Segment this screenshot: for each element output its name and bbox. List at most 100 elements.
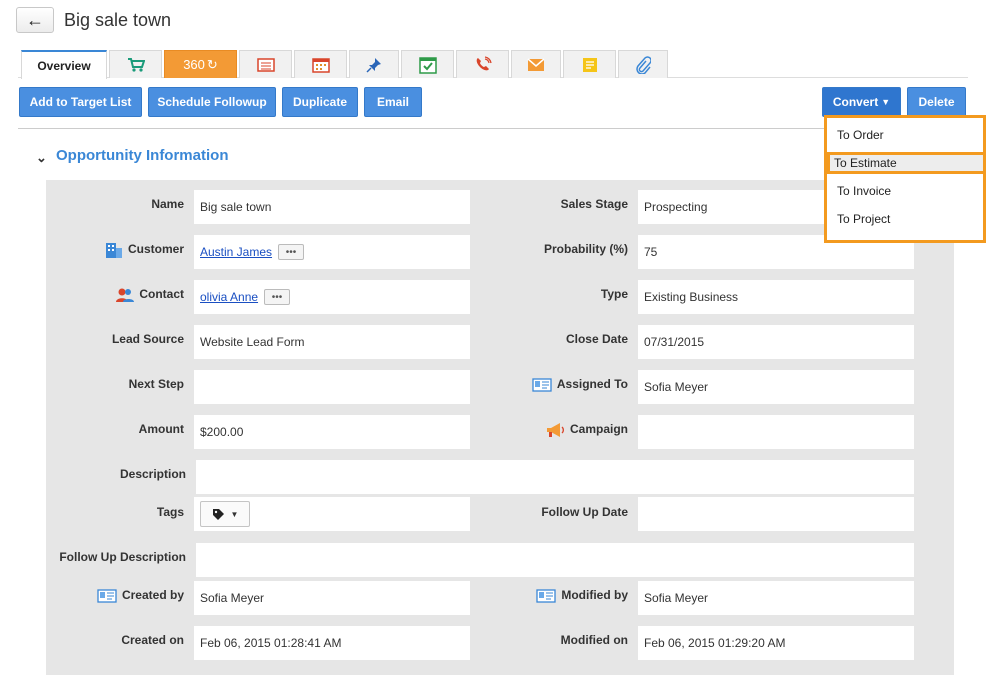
id-card-icon (97, 589, 117, 603)
next-step-field[interactable] (194, 370, 470, 404)
tab-notes[interactable] (563, 50, 616, 78)
menu-item-to-estimate[interactable]: To Estimate (827, 152, 986, 174)
back-arrow-icon: ← (26, 9, 44, 30)
tab-notes-list[interactable] (239, 50, 292, 78)
name-value: Big sale town (200, 200, 272, 214)
campaign-label-wrap: Campaign (545, 422, 628, 438)
refresh-icon: ↻ (206, 56, 218, 72)
description-label: Description (119, 467, 186, 481)
description-field[interactable] (196, 460, 914, 494)
follow-up-description-label: Follow Up Description (59, 550, 186, 564)
probability-label: Probability (%) (543, 242, 628, 256)
megaphone-icon (546, 423, 564, 437)
contact-field: olivia Anne ••• (194, 280, 470, 314)
modified-on-label: Modified on (560, 633, 628, 647)
id-card-icon (532, 378, 552, 392)
caret-down-icon: ▼ (881, 97, 891, 107)
delete-button[interactable]: Delete (907, 87, 966, 117)
more-options-icon[interactable]: ••• (278, 244, 305, 260)
assigned-to-label: Assigned To (556, 377, 628, 391)
menu-item-to-project[interactable]: To Project (837, 212, 890, 226)
created-by-label: Created by (121, 588, 184, 602)
created-by-value: Sofia Meyer (200, 591, 265, 605)
schedule-followup-button[interactable]: Schedule Followup (148, 87, 276, 117)
tab-overview-label: Overview (37, 58, 91, 73)
customer-label: Customer (127, 242, 184, 257)
lead-source-field[interactable]: Website Lead Form (194, 325, 470, 359)
amount-value: $200.00 (200, 425, 244, 439)
type-label: Type (600, 287, 628, 301)
tab-calendar[interactable] (294, 50, 347, 78)
contacts-icon (116, 288, 135, 302)
tab-pin[interactable] (349, 50, 399, 78)
tab-360[interactable]: 360 ↻ (164, 50, 237, 78)
id-card-icon (536, 589, 556, 603)
contact-label: Contact (139, 287, 184, 302)
modified-on-field[interactable]: Feb 06, 2015 01:29:20 AM (638, 626, 914, 660)
modified-by-label-wrap: Modified by (536, 588, 628, 603)
page-title: Big sale town (64, 10, 172, 30)
cart-icon (127, 57, 145, 72)
assigned-to-label-wrap: Assigned To (532, 377, 628, 392)
close-date-value: 07/31/2015 (644, 335, 705, 349)
customer-link[interactable]: Austin James (200, 245, 272, 259)
name-field[interactable]: Big sale town (194, 190, 470, 224)
delete-label: Delete (918, 95, 955, 109)
tab-calls[interactable] (456, 50, 509, 78)
tab-attachments[interactable] (618, 50, 668, 78)
lead-source-label: Lead Source (111, 332, 184, 346)
tab-overview[interactable]: Overview (21, 50, 107, 79)
next-step-label: Next Step (128, 377, 184, 391)
follow-up-date-field[interactable] (638, 497, 914, 531)
menu-item-to-order[interactable]: To Order (837, 128, 884, 142)
modified-by-label: Modified by (561, 588, 628, 602)
created-by-field[interactable]: Sofia Meyer (194, 581, 470, 615)
note-icon (582, 57, 597, 72)
amount-field[interactable]: $200.00 (194, 415, 470, 449)
tags-dropdown-button[interactable]: ▼ (200, 501, 250, 527)
convert-button[interactable]: Convert ▼ (822, 87, 901, 117)
campaign-field[interactable] (638, 415, 914, 449)
modified-by-field[interactable]: Sofia Meyer (638, 581, 914, 615)
modified-by-value: Sofia Meyer (644, 591, 709, 605)
contact-link[interactable]: olivia Anne (200, 290, 258, 304)
back-button[interactable]: ← (16, 7, 54, 33)
check-calendar-icon (418, 56, 437, 74)
tab-360-label: 360 (183, 57, 205, 72)
email-button[interactable]: Email (364, 87, 422, 117)
section-title[interactable]: Opportunity Information (56, 147, 228, 164)
chevron-down-icon[interactable]: ⌄ (36, 150, 47, 166)
phone-icon (476, 55, 492, 70)
close-date-field[interactable]: 07/31/2015 (638, 325, 914, 359)
follow-up-description-field[interactable] (196, 543, 914, 577)
close-date-label: Close Date (565, 332, 628, 346)
created-on-value: Feb 06, 2015 01:28:41 AM (200, 636, 342, 650)
more-options-icon[interactable]: ••• (264, 289, 291, 305)
assigned-to-field[interactable]: Sofia Meyer (638, 370, 914, 404)
customer-field: Austin James ••• (194, 235, 470, 269)
tab-email[interactable] (511, 50, 561, 78)
list-icon (256, 57, 275, 72)
type-field[interactable]: Existing Business (638, 280, 914, 314)
sales-stage-label: Sales Stage (560, 197, 628, 211)
add-to-target-list-button[interactable]: Add to Target List (19, 87, 142, 117)
menu-item-to-estimate-label: To Estimate (834, 156, 897, 170)
convert-dropdown-menu: To Order To Invoice To Project (824, 115, 986, 243)
tags-field: ▼ (194, 497, 470, 531)
modified-on-value: Feb 06, 2015 01:29:20 AM (644, 636, 786, 650)
duplicate-button[interactable]: Duplicate (282, 87, 358, 117)
campaign-label: Campaign (569, 422, 628, 437)
name-label: Name (151, 197, 184, 211)
created-on-field[interactable]: Feb 06, 2015 01:28:41 AM (194, 626, 470, 660)
tab-products[interactable] (109, 50, 162, 78)
contact-label-wrap: Contact (116, 287, 184, 303)
probability-value: 75 (644, 245, 658, 259)
created-on-label: Created on (121, 633, 184, 647)
email-label: Email (376, 95, 409, 109)
menu-item-to-invoice[interactable]: To Invoice (837, 184, 891, 198)
tags-label: Tags (156, 505, 184, 519)
email-icon (527, 57, 545, 71)
pin-icon (366, 57, 381, 73)
tab-tasks[interactable] (401, 50, 454, 78)
calendar-icon (311, 57, 330, 73)
